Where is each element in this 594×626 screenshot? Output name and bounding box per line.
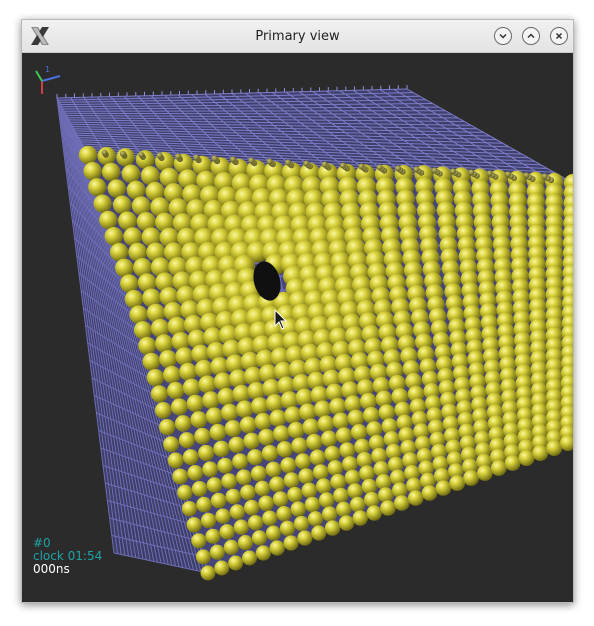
close-button[interactable]: [550, 27, 568, 45]
maximize-button[interactable]: [522, 27, 540, 45]
window-title: Primary view: [255, 29, 340, 44]
minimize-button[interactable]: [494, 27, 512, 45]
chevron-down-icon: [499, 33, 507, 39]
mouse-cursor-icon: [274, 309, 288, 330]
axis-label: 1: [45, 65, 50, 74]
title-bar[interactable]: Primary view: [22, 20, 573, 53]
primary-view-window: Primary view 1 #0 clock 01:54 000ns: [21, 19, 574, 603]
hud-overlay: #0 clock 01:54 000ns: [33, 537, 102, 576]
close-icon: [555, 32, 563, 40]
atom-lattice-render[interactable]: [22, 53, 573, 602]
chevron-up-icon: [527, 33, 535, 39]
3d-viewport[interactable]: 1 #0 clock 01:54 000ns: [22, 53, 573, 602]
time-readout: 000ns: [33, 562, 70, 576]
axis-triad-icon: 1: [35, 65, 61, 94]
